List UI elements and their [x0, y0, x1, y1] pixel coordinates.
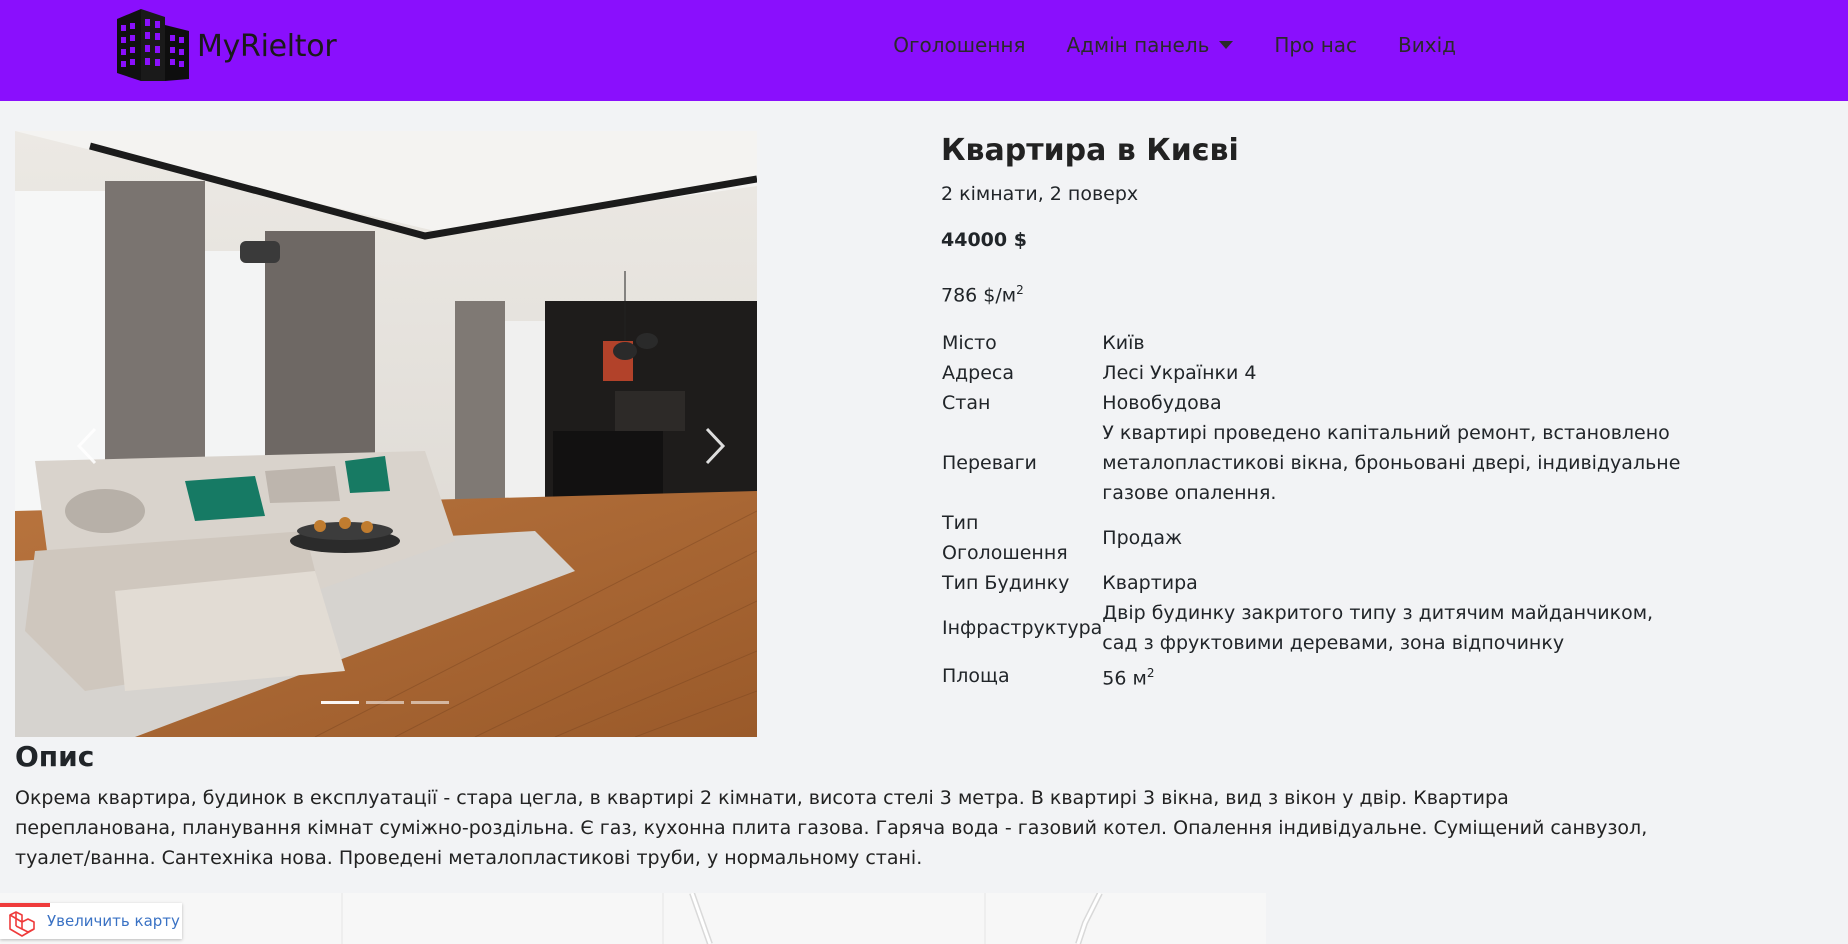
- price-per-meter-value: 786 $/м: [941, 284, 1017, 307]
- map[interactable]: [0, 893, 1266, 944]
- properties-table: Місто Київ Адреса Лесі Українки 4 Стан Н…: [941, 328, 1681, 693]
- carousel-indicator[interactable]: [411, 701, 449, 704]
- prop-key: Тип Оголошення: [942, 512, 1068, 565]
- laravel-icon: [9, 911, 35, 937]
- brand[interactable]: MyRieltor: [115, 5, 337, 83]
- prop-key: Стан: [942, 392, 991, 415]
- navbar: MyRieltor Оголошення Адмін панель Про на…: [0, 0, 1848, 101]
- price-per-meter-sup: 2: [1016, 283, 1024, 297]
- listing-info: Квартира в Києві 2 кімнати, 2 поверх 440…: [941, 131, 1681, 694]
- photo-carousel[interactable]: [15, 131, 757, 737]
- chevron-right-icon: [705, 427, 726, 465]
- table-row: Переваги У квартирі проведено капітальни…: [941, 418, 1681, 508]
- area-value: 56 м: [1102, 667, 1147, 690]
- prop-value: У квартирі проведено капітальний ремонт,…: [1102, 422, 1681, 505]
- map-tiles: [0, 893, 1266, 944]
- listing-price: 44000 $: [941, 229, 1027, 251]
- table-row: Стан Новобудова: [941, 388, 1681, 418]
- table-row: Інфраструктура Двір будинку закритого ти…: [941, 598, 1681, 658]
- prop-value: Двір будинку закритого типу з дитячим ма…: [1102, 602, 1654, 655]
- table-row: Тип Будинку Квартира: [941, 568, 1681, 598]
- caret-down-icon: [1219, 41, 1234, 49]
- nav-admin-dropdown[interactable]: Адмін панель: [1067, 33, 1234, 57]
- nav-logout[interactable]: Вихід: [1398, 33, 1456, 57]
- prop-value: Продаж: [1102, 527, 1183, 550]
- nav-admin-label: Адмін панель: [1066, 33, 1210, 57]
- prop-key: Переваги: [942, 452, 1037, 475]
- nav-links: Оголошення Адмін панель Про нас Вихід: [852, 33, 1456, 57]
- prop-value: Лесі Українки 4: [1102, 362, 1257, 385]
- prop-value: Квартира: [1102, 572, 1198, 595]
- map-accent-strip: [0, 903, 50, 907]
- table-row: Площа 56 м2: [941, 658, 1681, 693]
- listing-title: Квартира в Києві: [941, 133, 1239, 168]
- prop-key: Місто: [942, 332, 997, 355]
- prop-value: 56 м2: [1102, 658, 1681, 693]
- carousel-next-button[interactable]: [685, 401, 745, 491]
- carousel-indicators: [321, 701, 456, 704]
- table-row: Адреса Лесі Українки 4: [941, 358, 1681, 388]
- description-heading: Опис: [15, 740, 95, 773]
- carousel-indicator[interactable]: [366, 701, 404, 704]
- prop-key: Адреса: [942, 362, 1014, 385]
- prop-value: Київ: [1102, 332, 1145, 355]
- listing-photo: [15, 131, 757, 737]
- listing-subtitle: 2 кімнати, 2 поверх: [941, 183, 1139, 205]
- carousel-indicator[interactable]: [321, 701, 359, 704]
- prop-key: Тип Будинку: [942, 572, 1070, 595]
- enlarge-map-label: Увеличить карту: [47, 912, 180, 930]
- nav-listings[interactable]: Оголошення: [893, 33, 1025, 57]
- table-row: Тип Оголошення Продаж: [941, 508, 1681, 568]
- carousel-prev-button[interactable]: [57, 401, 117, 491]
- price-per-meter: 786 $/м2: [941, 277, 1681, 308]
- brand-name[interactable]: MyRieltor: [197, 29, 337, 64]
- description-section: Опис Окрема квартира, будинок в експлуат…: [15, 740, 1655, 873]
- description-text: Окрема квартира, будинок в експлуатації …: [15, 787, 1648, 869]
- prop-value: Новобудова: [1102, 392, 1222, 415]
- prop-key: Інфраструктура: [942, 617, 1103, 640]
- chevron-left-icon: [76, 427, 97, 465]
- building-icon: [117, 9, 189, 81]
- nav-about[interactable]: Про нас: [1274, 33, 1357, 57]
- prop-key: Площа: [942, 664, 1010, 687]
- area-sup: 2: [1146, 666, 1155, 681]
- table-row: Місто Київ: [941, 328, 1681, 358]
